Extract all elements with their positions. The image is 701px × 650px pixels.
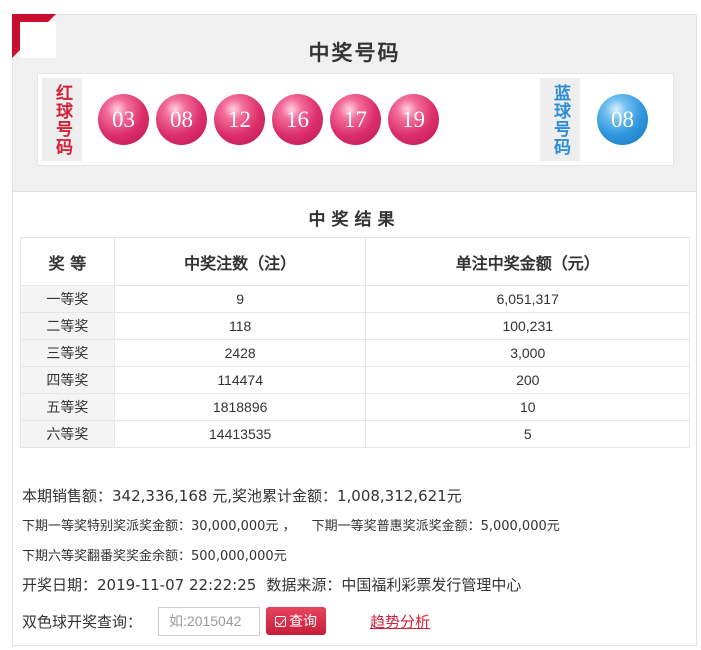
draw-number-input[interactable] [158, 606, 261, 636]
red-ball: 16 [272, 94, 323, 145]
prize-count: 9 [113, 285, 367, 313]
draw-date: 开奖日期：2019-11-07 22:22:25 [22, 576, 257, 594]
table-header-row: 奖 等 中奖注数（注） 单注中奖金额（元） [20, 237, 690, 286]
query-row: 双色球开奖查询： 查询 趋势分析 [22, 606, 430, 636]
prize-amount: 100,231 [365, 312, 690, 340]
prize-amount: 10 [365, 393, 690, 421]
table-row: 一等奖 9 6,051,317 [20, 285, 690, 313]
prize-amount: 5 [365, 420, 690, 448]
blue-ball-label: 蓝球号码 [540, 78, 580, 161]
query-button[interactable]: 查询 [266, 607, 327, 635]
prize-count: 2428 [113, 339, 367, 367]
query-button-label: 查询 [289, 614, 318, 630]
prize-count: 118 [113, 312, 367, 340]
next-first-common: 下期一等奖普惠奖派奖金额：5,000,000元 [311, 519, 560, 534]
table-row: 五等奖 1818896 10 [20, 393, 690, 421]
next-first-prize-info: 下期一等奖特别奖派奖金额：30,000,000元 ， 下期一等奖普惠奖派奖金额：5… [22, 515, 560, 534]
data-source: 数据来源：中国福利彩票发行管理中心 [266, 576, 522, 594]
header-count: 中奖注数（注） [113, 237, 367, 286]
table-row: 二等奖 118 100,231 [20, 312, 690, 340]
header-amount: 单注中奖金额（元） [365, 237, 690, 286]
corner-ribbon-inner [20, 22, 56, 58]
sales-info: 本期销售额：342,336,168 元,奖池累计金额：1,008,312,621… [22, 487, 462, 505]
red-ball: 08 [156, 94, 207, 145]
prize-amount: 3,000 [365, 339, 690, 367]
draw-info: 开奖日期：2019-11-07 22:22:25 数据来源：中国福利彩票发行管理中… [22, 574, 521, 595]
red-ball-label: 红球号码 [42, 78, 82, 161]
header-level: 奖 等 [20, 237, 115, 286]
table-row: 三等奖 2428 3,000 [20, 339, 690, 367]
next-sixth-prize-info: 下期六等奖翻番奖奖金余额：500,000,000元 [22, 549, 287, 564]
prize-count: 14413535 [113, 420, 367, 448]
query-label: 双色球开奖查询： [22, 612, 143, 631]
check-icon [275, 615, 287, 627]
results-title: 中奖结果 [308, 210, 401, 230]
red-ball: 03 [98, 94, 149, 145]
winning-numbers-panel: 中奖号码 红球号码 03 08 12 16 17 19 蓝球号码 08 [12, 14, 697, 192]
prize-table: 奖 等 中奖注数（注） 单注中奖金额（元） 一等奖 9 6,051,317 二等… [20, 237, 690, 448]
next-first-special: 下期一等奖特别奖派奖金额：30,000,000元 ， [22, 519, 296, 534]
prize-amount: 6,051,317 [365, 285, 690, 313]
prize-level: 一等奖 [20, 285, 115, 313]
prize-level: 二等奖 [20, 312, 115, 340]
prize-level: 五等奖 [20, 393, 115, 421]
prize-amount: 200 [365, 366, 690, 394]
red-ball: 19 [388, 94, 439, 145]
table-row: 四等奖 114474 200 [20, 366, 690, 394]
red-ball: 17 [330, 94, 381, 145]
table-row: 六等奖 14413535 5 [20, 420, 690, 448]
prize-level: 六等奖 [20, 420, 115, 448]
blue-ball: 08 [597, 94, 648, 145]
balls-box: 红球号码 03 08 12 16 17 19 蓝球号码 08 [37, 73, 674, 166]
winning-numbers-title: 中奖号码 [308, 41, 401, 65]
red-ball: 12 [214, 94, 265, 145]
prize-level: 三等奖 [20, 339, 115, 367]
prize-count: 1818896 [113, 393, 367, 421]
trend-analysis-link[interactable]: 趋势分析 [370, 611, 430, 632]
prize-count: 114474 [113, 366, 367, 394]
prize-level: 四等奖 [20, 366, 115, 394]
